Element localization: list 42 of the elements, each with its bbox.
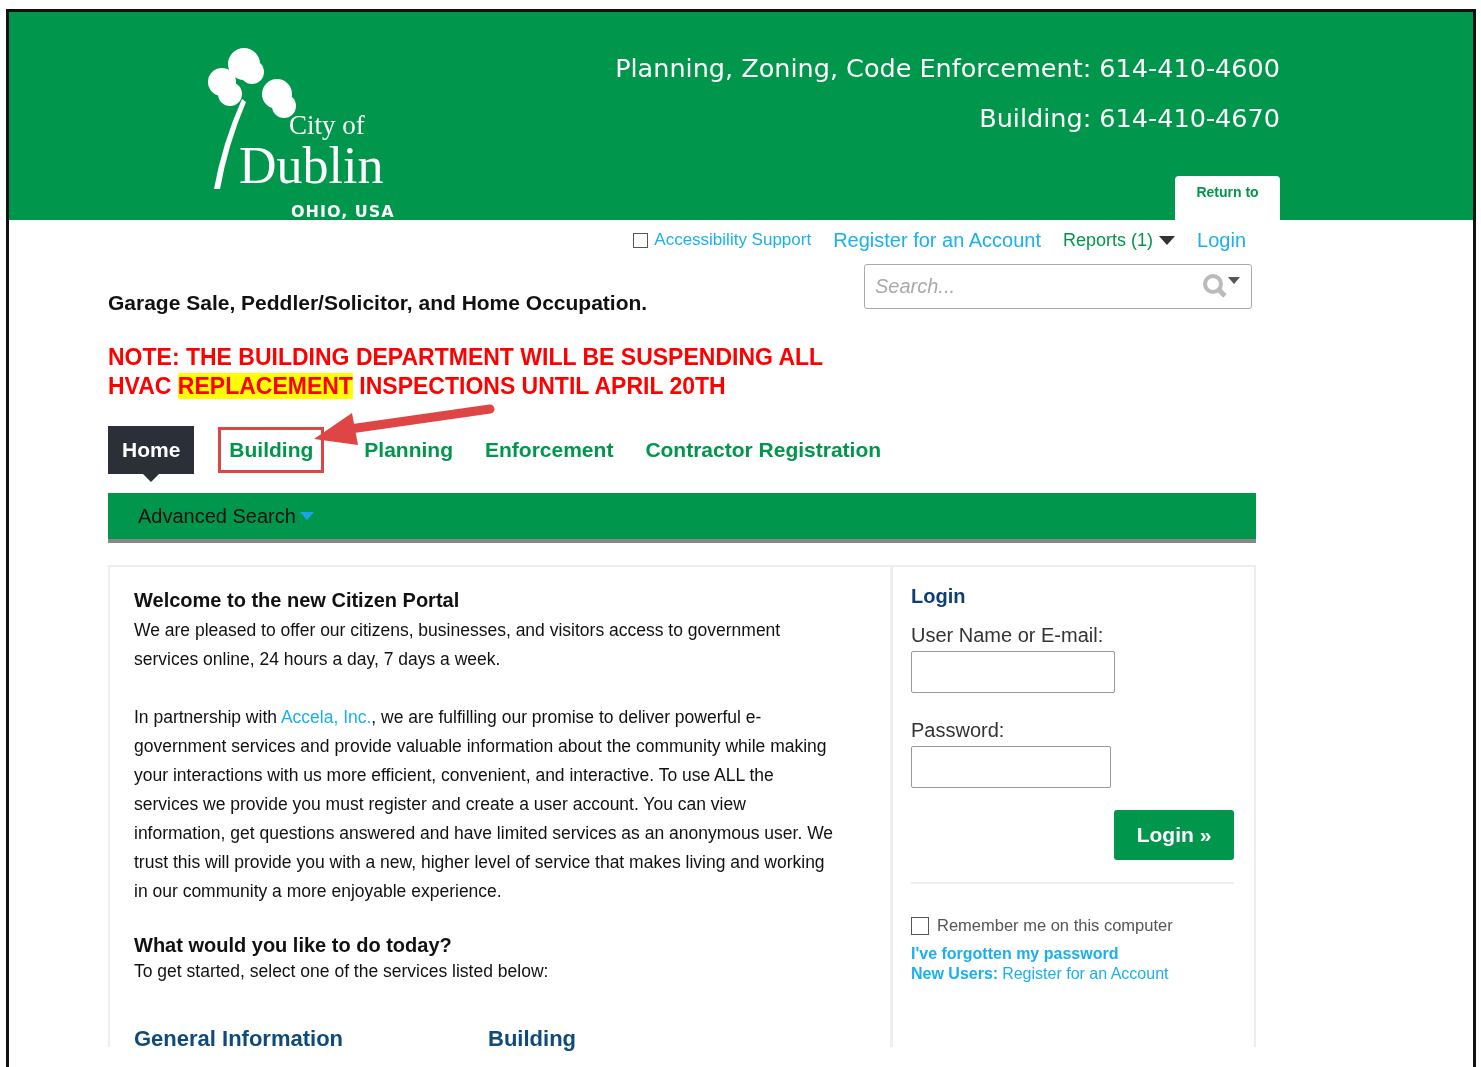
prompt-text: To get started, select one of the services listed below: (134, 960, 550, 983)
section-title[interactable]: General Information (134, 1026, 344, 1052)
search-icon[interactable] (1202, 273, 1242, 299)
password-field[interactable] (911, 746, 1111, 788)
caret-icon (299, 512, 314, 520)
nav-tab[interactable]: Enforcement (481, 438, 618, 462)
section-title[interactable]: Building (488, 1026, 577, 1052)
remember-label: Remember me on this computer (937, 916, 1173, 935)
username-label: User Name or E-mail: (911, 624, 1105, 647)
nav-tab[interactable]: Contractor Registration (641, 438, 886, 462)
return-tab[interactable]: Return to (1175, 176, 1280, 220)
remember-checkbox[interactable] (911, 916, 929, 935)
accela-link[interactable]: Accela, Inc. (280, 707, 372, 727)
username-field[interactable] (911, 651, 1115, 693)
intro-text: Garage Sale, Peddler/Solicitor, and Home Occupation. (108, 291, 649, 315)
nav-tab[interactable]: Planning (360, 438, 457, 462)
search-field[interactable]: Search... (864, 264, 1252, 309)
nav-tab[interactable]: Home (108, 426, 195, 474)
nav-tab[interactable]: Building (218, 427, 325, 473)
reports-menu[interactable]: Reports (1) (1063, 229, 1176, 251)
new-users-label: New Users: (911, 965, 999, 983)
register-link[interactable]: Register for an Account (1002, 965, 1169, 983)
phone-number: Building: 614-410-4670 (979, 102, 1280, 135)
accessibility-checkbox[interactable] (633, 232, 649, 248)
accessibility-link[interactable]: Accessibility Support (654, 230, 812, 250)
login-title: Login (911, 585, 967, 608)
partnership-text: In partnership with Accela, Inc., we are fulfilling our promise to deliver powerful e-government services and provide valuable information about the community while making your interactions with us more efficient, convenient, and interactive. To use ALL the services we provide you must register and create a user account. You can view information, get questions answered and have limited services as an anonymous user. We trust this will provide you with a new, higher level of service that makes living and working in our community a more enjoyable experience. (134, 706, 834, 903)
login-button[interactable]: Login » (1114, 810, 1234, 860)
welcome-text: We are pleased to offer our citizens, businesses, and visitors access to government services online, 24 hours a day, 7 days a week. (134, 619, 782, 671)
tab-pointer-icon (143, 474, 160, 482)
question-title: What would you like to do today? (134, 934, 453, 957)
logo-subtitle: OHIO, USA (291, 202, 395, 221)
caret-icon (1159, 235, 1176, 245)
login-link[interactable]: Login (1197, 228, 1246, 252)
forgot-password-link[interactable]: I've forgotten my password (911, 945, 1234, 963)
password-label: Password: (911, 719, 1006, 742)
notice-text: NOTE: THE BUILDING DEPARTMENT WILL BE SUSPENDING ALL HVAC REPLACEMENT INSPECTIONS UNTIL APRIL 20TH (108, 343, 824, 401)
register-link[interactable]: Register for an Account (833, 228, 1042, 252)
advanced-search-menu[interactable]: Advanced Search (138, 504, 314, 528)
logo-text: City of (289, 110, 365, 141)
phone-number: Planning, Zoning, Code Enforcement: 614-410-4600 (615, 52, 1280, 85)
welcome-title: Welcome to the new Citizen Portal (134, 589, 461, 612)
